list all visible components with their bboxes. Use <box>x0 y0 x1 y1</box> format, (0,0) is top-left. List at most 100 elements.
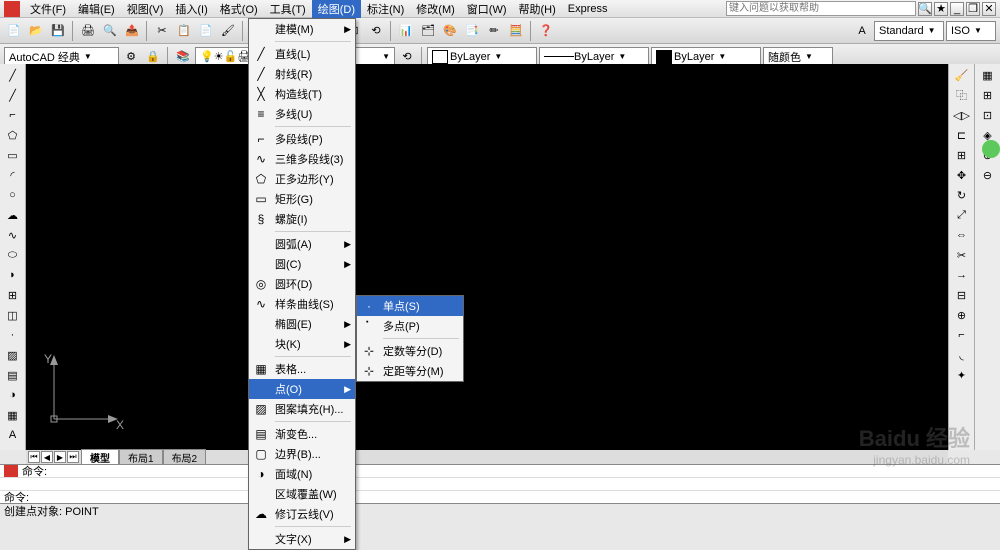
draw-menu-item-20[interactable]: ▦表格... <box>249 359 355 379</box>
star-icon[interactable]: ★ <box>934 2 948 16</box>
calc-icon[interactable]: 🧮 <box>506 21 526 41</box>
dimstyle-combo[interactable]: ISO▼ <box>946 21 996 41</box>
draw-menu-item-14[interactable]: 圆(C)▶ <box>249 254 355 274</box>
copy2-icon[interactable]: ⿻ <box>952 86 972 104</box>
spline-icon[interactable]: ∿ <box>3 226 23 244</box>
tab-next-icon[interactable]: ▶ <box>54 451 66 463</box>
region-icon[interactable]: ◑ <box>3 386 23 404</box>
draw-menu-item-30[interactable]: 文字(X)▶ <box>249 529 355 549</box>
array-icon[interactable]: ⊞ <box>952 146 972 164</box>
tab-layout1[interactable]: 布局1 <box>119 449 163 465</box>
menu-draw[interactable]: 绘图(D) <box>312 0 361 18</box>
menu-express[interactable]: Express <box>562 2 614 16</box>
point-icon[interactable]: · <box>3 326 23 344</box>
extend-icon[interactable]: → <box>952 266 972 284</box>
minimize-icon[interactable]: _ <box>950 2 964 16</box>
draw-menu-item-21[interactable]: 点(O)▶ <box>249 379 355 399</box>
zoom-previous-icon[interactable]: ⟲ <box>366 21 386 41</box>
erase-icon[interactable]: 🧹 <box>952 66 972 84</box>
tab-prev-icon[interactable]: ◀ <box>41 451 53 463</box>
menu-modify[interactable]: 修改(M) <box>410 0 461 18</box>
tool3-icon[interactable]: ⊡ <box>978 106 998 124</box>
hatch-icon[interactable]: ▨ <box>3 346 23 364</box>
scale-icon[interactable]: ⤢ <box>952 206 972 224</box>
draw-menu-item-27[interactable]: 区域覆盖(W) <box>249 484 355 504</box>
draw-menu-item-8[interactable]: ∿三维多段线(3) <box>249 149 355 169</box>
draw-menu-item-9[interactable]: ⬠正多边形(Y) <box>249 169 355 189</box>
gradient-icon[interactable]: ▤ <box>3 366 23 384</box>
publish-icon[interactable]: 📤 <box>122 21 142 41</box>
xline-icon[interactable]: ╱ <box>3 86 23 104</box>
menu-file[interactable]: 文件(F) <box>24 0 72 18</box>
block-icon[interactable]: ◫ <box>3 306 23 324</box>
draw-menu-item-10[interactable]: ▭矩形(G) <box>249 189 355 209</box>
draw-menu-item-11[interactable]: §螺旋(I) <box>249 209 355 229</box>
restore-icon[interactable]: ❐ <box>966 2 980 16</box>
offset-icon[interactable]: ⊏ <box>952 126 972 144</box>
point-submenu-item-4[interactable]: ⊹定距等分(M) <box>357 361 463 381</box>
tool2-icon[interactable]: ⊞ <box>978 86 998 104</box>
fillet-icon[interactable]: ◟ <box>952 346 972 364</box>
draw-menu-item-3[interactable]: ╱射线(R) <box>249 64 355 84</box>
plot-preview-icon[interactable]: 🔍 <box>100 21 120 41</box>
insert-icon[interactable]: ⊞ <box>3 286 23 304</box>
drawing-area[interactable]: Y X <box>26 64 948 450</box>
cut-icon[interactable]: ✂ <box>152 21 172 41</box>
draw-menu-item-5[interactable]: ≡多线(U) <box>249 104 355 124</box>
point-submenu-item-0[interactable]: ·单点(S) <box>357 296 463 316</box>
draw-menu-item-28[interactable]: ☁修订云线(V) <box>249 504 355 524</box>
rectangle-icon[interactable]: ▭ <box>3 146 23 164</box>
arc-icon[interactable]: ◜ <box>3 166 23 184</box>
tab-model[interactable]: 模型 <box>81 449 119 465</box>
rotate-icon[interactable]: ↻ <box>952 186 972 204</box>
ellipse-icon[interactable]: ⬭ <box>3 246 23 264</box>
tab-first-icon[interactable]: ⏮ <box>28 451 40 463</box>
sheet-set-icon[interactable]: 📑 <box>462 21 482 41</box>
menu-edit[interactable]: 编辑(E) <box>72 0 121 18</box>
draw-menu-item-25[interactable]: ▢边界(B)... <box>249 444 355 464</box>
menu-view[interactable]: 视图(V) <box>121 0 170 18</box>
pline-icon[interactable]: ⌐ <box>3 106 23 124</box>
draw-menu-item-15[interactable]: ◎圆环(D) <box>249 274 355 294</box>
draw-menu-item-0[interactable]: 建模(M)▶ <box>249 19 355 39</box>
menu-tools[interactable]: 工具(T) <box>264 0 312 18</box>
stretch-icon[interactable]: ⇔ <box>952 226 972 244</box>
copy-icon[interactable]: 📋 <box>174 21 194 41</box>
draw-menu-item-26[interactable]: ◑面域(N) <box>249 464 355 484</box>
tab-last-icon[interactable]: ⏭ <box>67 451 79 463</box>
tool-palettes-icon[interactable]: 🎨 <box>440 21 460 41</box>
new-icon[interactable]: 📄 <box>4 21 24 41</box>
move-icon[interactable]: ✥ <box>952 166 972 184</box>
textstyle-icon[interactable]: A <box>852 21 872 41</box>
draw-menu-item-17[interactable]: 椭圆(E)▶ <box>249 314 355 334</box>
join-icon[interactable]: ⊕ <box>952 306 972 324</box>
draw-menu-item-18[interactable]: 块(K)▶ <box>249 334 355 354</box>
draw-menu-item-22[interactable]: ▨图案填充(H)... <box>249 399 355 419</box>
cmd-grip-icon[interactable] <box>4 465 18 477</box>
save-icon[interactable]: 💾 <box>48 21 68 41</box>
revcloud-icon[interactable]: ☁ <box>3 206 23 224</box>
explode-icon[interactable]: ✦ <box>952 366 972 384</box>
draw-menu-item-16[interactable]: ∿样条曲线(S) <box>249 294 355 314</box>
tab-layout2[interactable]: 布局2 <box>163 449 207 465</box>
draw-menu-item-7[interactable]: ⌐多段线(P) <box>249 129 355 149</box>
break-icon[interactable]: ⊟ <box>952 286 972 304</box>
polygon-icon[interactable]: ⬠ <box>3 126 23 144</box>
open-icon[interactable]: 📂 <box>26 21 46 41</box>
mirror-icon[interactable]: ◁▷ <box>952 106 972 124</box>
design-center-icon[interactable]: 🗂 <box>418 21 438 41</box>
command-window[interactable]: 命令: 命令: <box>0 464 1000 503</box>
draw-menu-item-2[interactable]: ╱直线(L) <box>249 44 355 64</box>
close-icon[interactable]: ✕ <box>982 2 996 16</box>
tool1-icon[interactable]: ▦ <box>978 66 998 84</box>
table-icon[interactable]: ▦ <box>3 406 23 424</box>
print-icon[interactable]: 🖨 <box>78 21 98 41</box>
ellipse-arc-icon[interactable]: ◗ <box>3 266 23 284</box>
menu-dimension[interactable]: 标注(N) <box>361 0 410 18</box>
point-submenu-item-3[interactable]: ⊹定数等分(D) <box>357 341 463 361</box>
menu-format[interactable]: 格式(O) <box>214 0 264 18</box>
line-icon[interactable]: ╱ <box>3 66 23 84</box>
search-icon[interactable]: 🔍 <box>918 2 932 16</box>
properties-icon[interactable]: 📊 <box>396 21 416 41</box>
mtext-icon[interactable]: A <box>3 426 23 444</box>
